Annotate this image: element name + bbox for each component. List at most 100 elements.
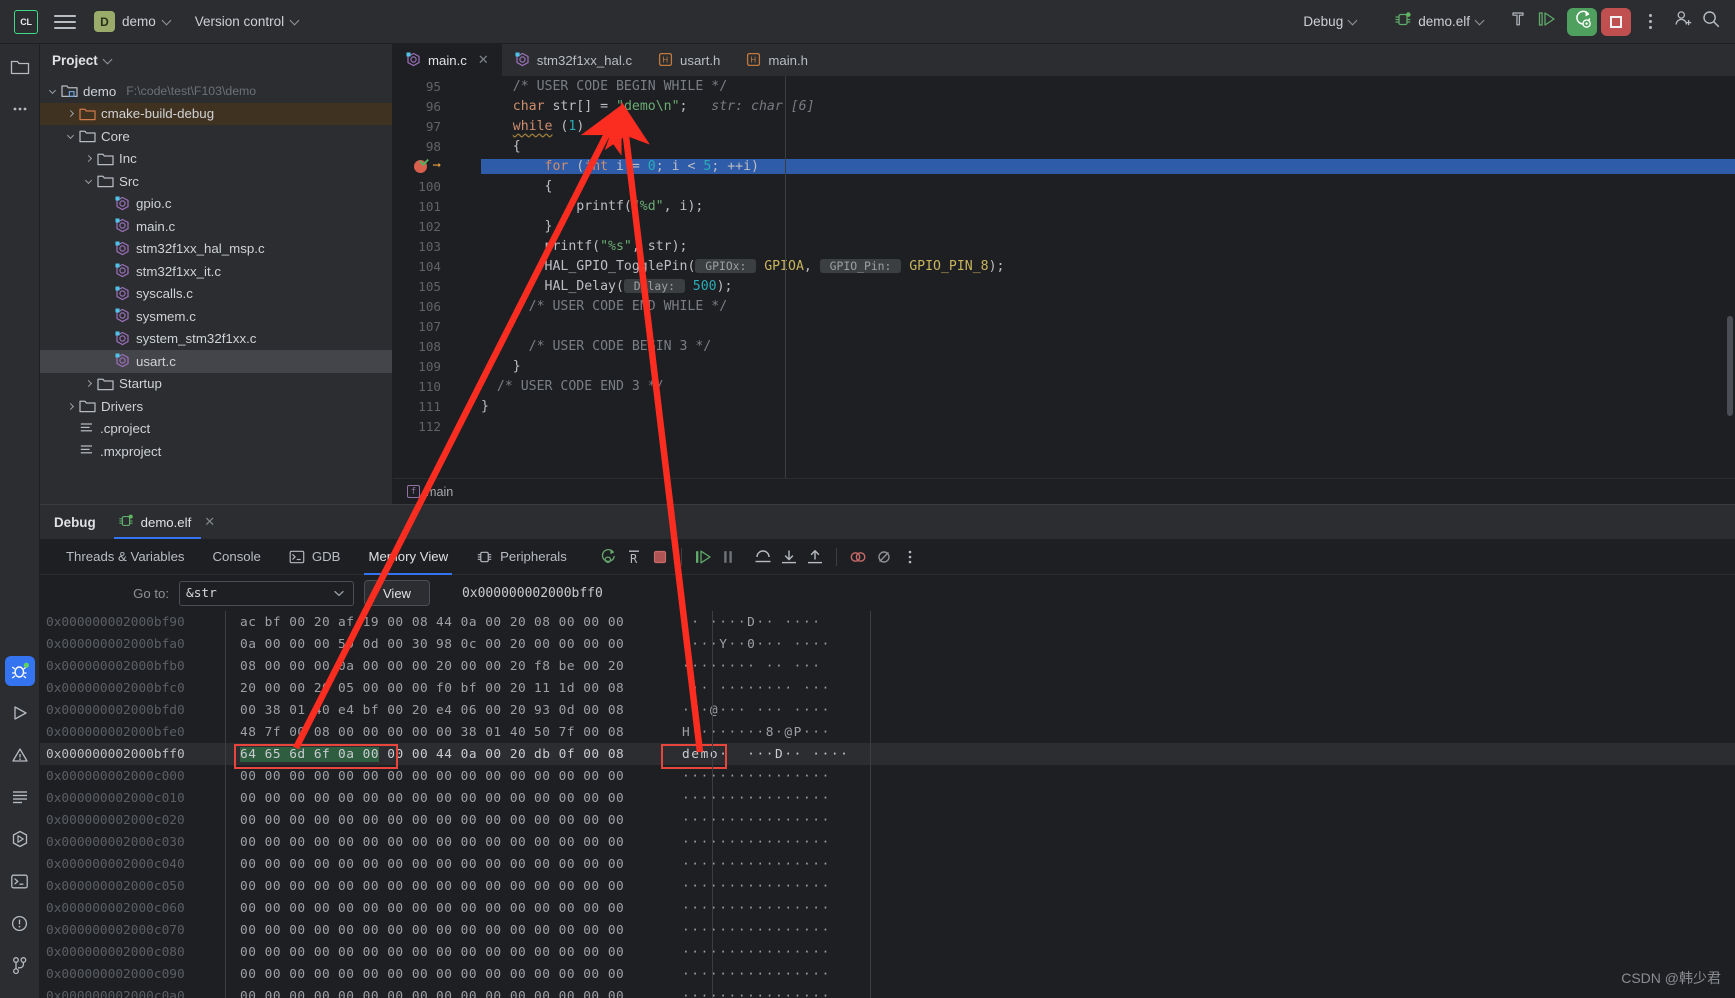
code-line-102[interactable]: 102 }	[393, 216, 1735, 236]
memory-row[interactable]: 0x000000002000bfe0 48 7f 00 08 00 00 00 00…	[40, 721, 1735, 743]
code-line-105[interactable]: 105 HAL_Delay( Delay: 500);	[393, 276, 1735, 296]
services-tool-icon[interactable]	[5, 824, 35, 854]
step-over-button[interactable]	[750, 544, 776, 570]
chevron-down-icon[interactable]	[331, 590, 347, 597]
chevron-right-icon[interactable]	[64, 402, 79, 410]
debug-tab-peripherals[interactable]: Peripherals	[462, 539, 581, 575]
project-panel-header[interactable]: Project	[40, 44, 392, 76]
memory-row[interactable]: 0x000000002000c0a0 00 00 00 00 00 00 00 00…	[40, 985, 1735, 998]
debug-tab-memory-view[interactable]: Memory View	[354, 539, 462, 575]
notifications-tool-icon[interactable]	[5, 908, 35, 938]
memory-view[interactable]: 0x000000002000bf90 ac bf 00 20 af 19 00 08…	[40, 611, 1735, 998]
tree-node-cmake-build-debug[interactable]: cmake-build-debug	[40, 102, 392, 125]
more-vertical-icon[interactable]	[897, 544, 923, 570]
run-tool-icon[interactable]	[5, 698, 35, 728]
chevron-right-icon[interactable]	[64, 110, 79, 118]
more-tools-icon[interactable]	[5, 94, 35, 124]
debug-restart-button[interactable]	[1567, 7, 1597, 36]
chevron-down-icon[interactable]	[46, 86, 61, 94]
memory-row[interactable]: 0x000000002000c090 00 00 00 00 00 00 00 00…	[40, 963, 1735, 985]
code-line-95[interactable]: 95 /* USER CODE BEGIN WHILE */	[393, 76, 1735, 96]
code-line-99[interactable]: ➞ for (int i = 0; i < 5; ++i)	[393, 156, 1735, 176]
code-line-104[interactable]: 104 HAL_GPIO_TogglePin( GPIOx: GPIOA, GP…	[393, 256, 1735, 276]
tree-node-usart-c[interactable]: usart.c	[40, 350, 392, 373]
code-line-100[interactable]: 100 {	[393, 176, 1735, 196]
step-into-button[interactable]	[776, 544, 802, 570]
memory-row[interactable]: 0x000000002000c020 00 00 00 00 00 00 00 00…	[40, 809, 1735, 831]
tree-node--mxproject[interactable]: .mxproject	[40, 440, 392, 463]
memory-row[interactable]: 0x000000002000c040 00 00 00 00 00 00 00 00…	[40, 853, 1735, 875]
build-button[interactable]	[1505, 8, 1533, 36]
hamburger-menu-icon[interactable]	[54, 13, 76, 31]
target-selector[interactable]: demo.elf	[1386, 8, 1493, 36]
memory-row[interactable]: 0x000000002000bfd0 00 38 01 40 e4 bf 00 20…	[40, 699, 1735, 721]
view-breakpoints-button[interactable]	[845, 544, 871, 570]
tree-node-inc[interactable]: Inc	[40, 148, 392, 171]
goto-address-input[interactable]: &str	[179, 580, 354, 606]
chevron-down-icon[interactable]	[64, 131, 79, 139]
tree-node-startup[interactable]: Startup	[40, 373, 392, 396]
step-out-button[interactable]	[802, 544, 828, 570]
mute-breakpoints-button[interactable]	[871, 544, 897, 570]
memory-row[interactable]: 0x000000002000c050 00 00 00 00 00 00 00 00…	[40, 875, 1735, 897]
tree-node-drivers[interactable]: Drivers	[40, 395, 392, 418]
editor-tab-stm32f1xx-hal-c[interactable]: stm32f1xx_hal.c	[502, 44, 645, 76]
debug-tab-threads-variables[interactable]: Threads & Variables	[52, 539, 199, 575]
editor-scrollbar[interactable]	[1726, 76, 1735, 478]
version-control-menu[interactable]: Version control	[187, 10, 308, 33]
memory-row[interactable]: 0x000000002000c010 00 00 00 00 00 00 00 00…	[40, 787, 1735, 809]
memory-row[interactable]: 0x000000002000c060 00 00 00 00 00 00 00 00…	[40, 897, 1735, 919]
memory-row[interactable]: 0x000000002000bf90 ac bf 00 20 af 19 00 08…	[40, 611, 1735, 633]
tree-node-gpio-c[interactable]: gpio.c	[40, 193, 392, 216]
rerun-button[interactable]	[595, 544, 621, 570]
chevron-down-icon[interactable]	[82, 176, 97, 184]
tree-node-main-c[interactable]: main.c	[40, 215, 392, 238]
debug-tab-console[interactable]: Console	[199, 539, 275, 575]
tree-node-src[interactable]: Src	[40, 170, 392, 193]
tree-node--cproject[interactable]: .cproject	[40, 418, 392, 441]
stop-button[interactable]	[1601, 7, 1631, 36]
tree-node-syscalls-c[interactable]: syscalls.c	[40, 283, 392, 306]
memory-row[interactable]: 0x000000002000bfb0 08 00 00 00 0a 00 00 00…	[40, 655, 1735, 677]
git-branch-tool-icon[interactable]	[5, 950, 35, 980]
close-icon[interactable]: ✕	[478, 52, 489, 68]
problems-tool-icon[interactable]	[5, 740, 35, 770]
editor-tab-usart-h[interactable]: Husart.h	[645, 44, 733, 76]
memory-row[interactable]: 0x000000002000bff0 64 65 6d 6f 0a 00 00 00…	[40, 743, 1735, 769]
project-tree[interactable]: demo F:\code\test\F103\demo cmake-build-de…	[40, 76, 392, 504]
tree-node-system-stm32f1xx-c[interactable]: system_stm32f1xx.c	[40, 328, 392, 351]
add-user-button[interactable]	[1669, 8, 1697, 36]
close-icon[interactable]: ✕	[204, 514, 215, 530]
run-button[interactable]	[1533, 8, 1561, 36]
code-line-107[interactable]: 107	[393, 316, 1735, 336]
project-tool-icon[interactable]	[5, 52, 35, 82]
run-configuration-selector[interactable]: Debug	[1295, 10, 1366, 33]
memory-row[interactable]: 0x000000002000c000 00 00 00 00 00 00 00 00…	[40, 765, 1735, 787]
memory-row[interactable]: 0x000000002000bfc0 20 00 00 20 05 00 00 00…	[40, 677, 1735, 699]
editor-tab-main-h[interactable]: Hmain.h	[733, 44, 821, 76]
code-line-109[interactable]: 109 }	[393, 356, 1735, 376]
pause-button[interactable]	[716, 544, 742, 570]
code-line-106[interactable]: 106 /* USER CODE END WHILE */	[393, 296, 1735, 316]
breadcrumb[interactable]: f main	[393, 478, 1735, 504]
memory-row[interactable]: 0x000000002000bfa0 0a 00 00 00 59 0d 00 30…	[40, 633, 1735, 655]
memory-row[interactable]: 0x000000002000c030 00 00 00 00 00 00 00 00…	[40, 831, 1735, 853]
search-button[interactable]	[1697, 8, 1725, 36]
todo-tool-icon[interactable]	[5, 782, 35, 812]
memory-row[interactable]: 0x000000002000c080 00 00 00 00 00 00 00 00…	[40, 941, 1735, 963]
code-line-108[interactable]: 108 /* USER CODE BEGIN 3 */	[393, 336, 1735, 356]
code-line-111[interactable]: 111}	[393, 396, 1735, 416]
code-line-103[interactable]: 103 printf("%s", str);	[393, 236, 1735, 256]
editor-tab-main-c[interactable]: main.c ✕	[393, 44, 502, 76]
debug-session-tab[interactable]: demo.elf ✕	[113, 505, 220, 539]
tree-node-demo[interactable]: demo F:\code\test\F103\demo	[40, 80, 392, 103]
tree-node-core[interactable]: Core	[40, 125, 392, 148]
breakpoint-icon[interactable]	[413, 159, 427, 173]
resume-button[interactable]	[690, 544, 716, 570]
code-line-101[interactable]: 101 printf("%d", i);	[393, 196, 1735, 216]
view-button[interactable]: View	[364, 580, 430, 606]
chevron-right-icon[interactable]	[82, 155, 97, 163]
code-line-97[interactable]: 97 while (1)	[393, 116, 1735, 136]
code-line-96[interactable]: 96 char str[] = "demo\n"; str: char [6]	[393, 96, 1735, 116]
tree-node-sysmem-c[interactable]: sysmem.c	[40, 305, 392, 328]
